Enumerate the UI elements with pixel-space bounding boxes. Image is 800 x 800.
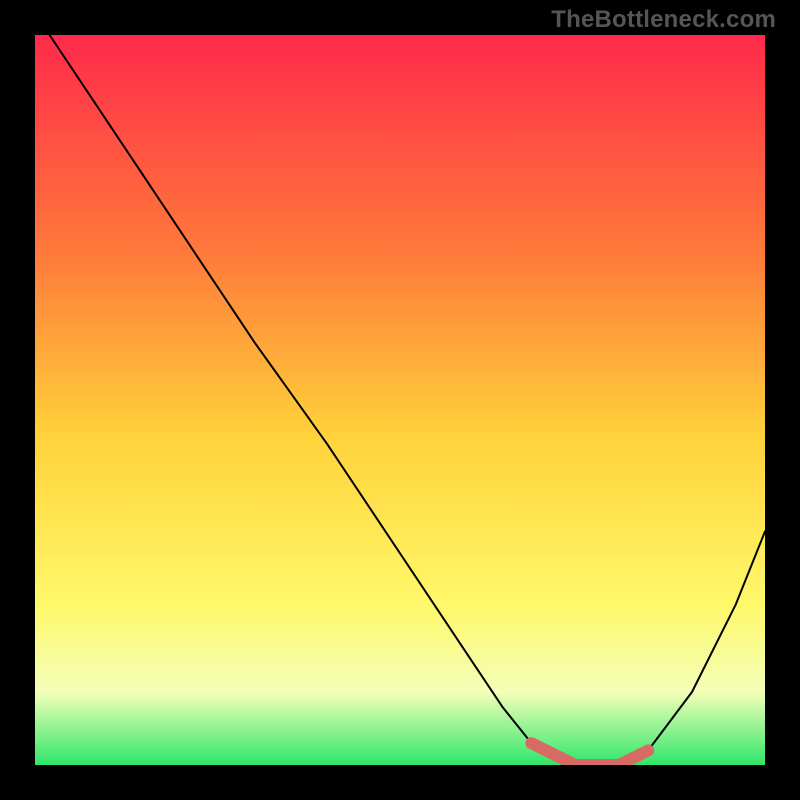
chart-svg (0, 0, 800, 800)
watermark-text: TheBottleneck.com (551, 6, 776, 34)
chart-container: TheBottleneck.com (0, 0, 800, 800)
plot-background (35, 35, 765, 765)
